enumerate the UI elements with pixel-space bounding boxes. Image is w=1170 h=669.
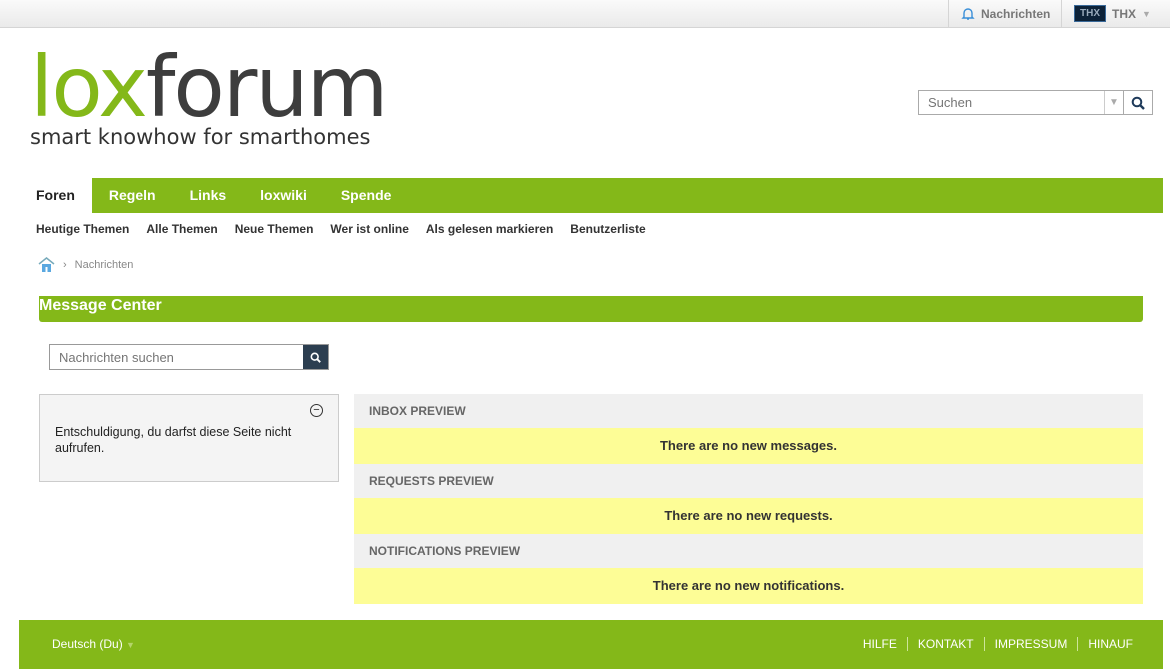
chevron-right-icon: › [63, 258, 67, 271]
footer-link-kontakt[interactable]: KONTAKT [906, 637, 984, 651]
section-header: REQUESTS PREVIEW [354, 464, 1143, 498]
top-bar: Nachrichten THX THX ▼ [0, 0, 1170, 28]
footer-link-hilfe[interactable]: HILFE [853, 637, 907, 651]
search-icon [310, 352, 321, 363]
bell-icon [961, 7, 975, 20]
tab-foren[interactable]: Foren [19, 178, 92, 213]
search-input[interactable] [919, 91, 1104, 114]
notifications-preview: NOTIFICATIONS PREVIEW There are no new n… [354, 534, 1143, 604]
avatar: THX [1074, 5, 1106, 22]
breadcrumb: › Nachrichten [38, 256, 133, 273]
search-icon [1131, 96, 1145, 110]
subnav-link[interactable]: Alle Themen [146, 222, 217, 236]
chevron-down-icon: ▼ [126, 640, 135, 650]
error-panel: − Entschuldigung, du darfst diese Seite … [39, 394, 339, 482]
message-search [49, 344, 329, 370]
error-message: Entschuldigung, du darfst diese Seite ni… [55, 425, 292, 455]
language-selector[interactable]: Deutsch (Du) ▼ [52, 637, 135, 651]
message-search-button[interactable] [303, 345, 328, 369]
message-search-input[interactable] [50, 345, 303, 369]
section-body: There are no new notifications. [354, 568, 1143, 604]
subnav-link[interactable]: Neue Themen [235, 222, 314, 236]
site-search: ▼ [918, 90, 1153, 115]
logo-tagline: smart knowhow for smarthomes [30, 125, 371, 149]
main-nav: Foren Regeln Links loxwiki Spende [19, 178, 1163, 213]
subnav-link[interactable]: Benutzerliste [570, 222, 645, 236]
sub-nav: Heutige Themen Alle Themen Neue Themen W… [36, 222, 646, 236]
breadcrumb-current: Nachrichten [74, 258, 134, 271]
page-title: Message Center [39, 296, 1143, 322]
tab-links[interactable]: Links [173, 178, 244, 213]
language-label: Deutsch (Du) [52, 637, 123, 651]
subnav-link[interactable]: Als gelesen markieren [426, 222, 553, 236]
notifications-button[interactable]: Nachrichten [948, 0, 1062, 27]
logo-forum: forum [145, 38, 389, 136]
footer: Deutsch (Du) ▼ HILFE KONTAKT IMPRESSUM H… [19, 620, 1163, 669]
requests-preview: REQUESTS PREVIEW There are no new reques… [354, 464, 1143, 534]
site-logo[interactable]: loxforum smart knowhow for smarthomes [30, 45, 388, 149]
footer-link-impressum[interactable]: IMPRESSUM [983, 637, 1078, 651]
chevron-down-icon: ▼ [1142, 8, 1151, 19]
search-options-dropdown[interactable]: ▼ [1104, 91, 1123, 114]
section-header: INBOX PREVIEW [354, 394, 1143, 428]
search-button[interactable] [1122, 91, 1152, 114]
tab-regeln[interactable]: Regeln [92, 178, 173, 213]
subnav-link[interactable]: Wer ist online [330, 222, 408, 236]
subnav-link[interactable]: Heutige Themen [36, 222, 129, 236]
tab-loxwiki[interactable]: loxwiki [243, 178, 324, 213]
home-icon[interactable] [38, 256, 55, 273]
tab-spende[interactable]: Spende [324, 178, 409, 213]
user-menu[interactable]: THX THX ▼ [1061, 0, 1170, 27]
section-body: There are no new messages. [354, 428, 1143, 464]
inbox-preview: INBOX PREVIEW There are no new messages. [354, 394, 1143, 464]
username: THX [1112, 6, 1136, 21]
collapse-icon[interactable]: − [310, 404, 323, 417]
footer-link-hinauf[interactable]: HINAUF [1077, 637, 1143, 651]
section-body: There are no new requests. [354, 498, 1143, 534]
section-header: NOTIFICATIONS PREVIEW [354, 534, 1143, 568]
logo-lox: lox [30, 38, 148, 136]
notifications-label: Nachrichten [981, 6, 1051, 21]
